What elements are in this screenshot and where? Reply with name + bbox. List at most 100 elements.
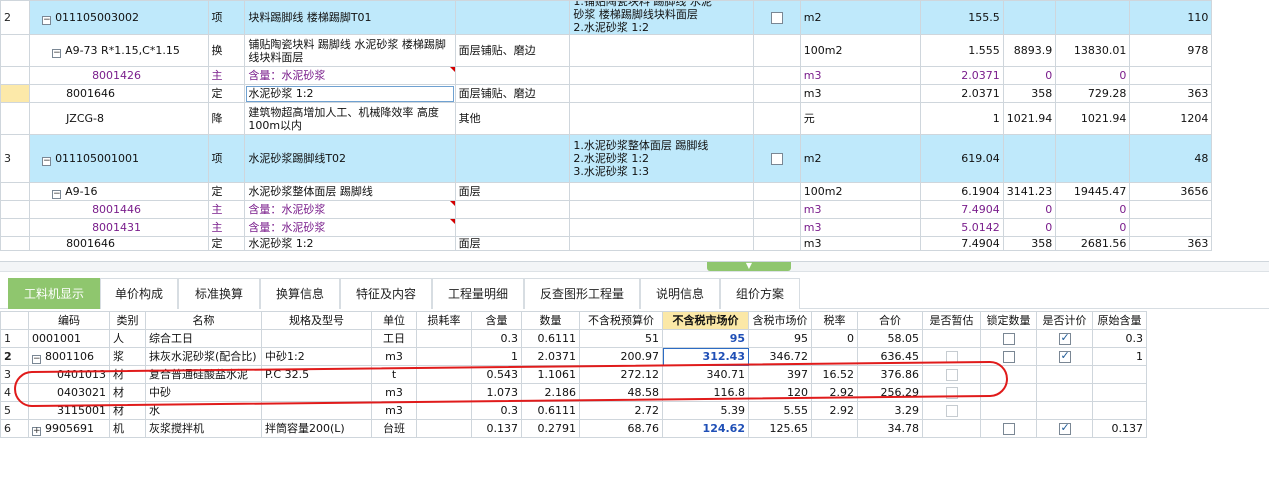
expand-icon[interactable]: + bbox=[32, 426, 41, 436]
item-description[interactable]: 1.水泥砂浆整体面层 踢脚线 2.水泥砂浆 1:2 3.水泥砂浆 1:3 bbox=[569, 134, 755, 183]
item-code-cell[interactable]: 8001446 bbox=[29, 200, 209, 219]
resource-market-price[interactable]: 124.62 bbox=[662, 419, 749, 438]
header-loss-rate[interactable]: 损耗率 bbox=[416, 311, 472, 330]
resource-quantity[interactable]: 0.6111 bbox=[521, 329, 580, 348]
resource-content[interactable]: 0.137 bbox=[471, 419, 522, 438]
item-work-content[interactable] bbox=[454, 200, 571, 219]
lock-qty-checkbox-cell[interactable] bbox=[980, 365, 1037, 384]
row-number[interactable] bbox=[0, 200, 31, 219]
item-work-content[interactable] bbox=[454, 66, 571, 85]
resource-quantity[interactable]: 1.1061 bbox=[521, 365, 580, 384]
priced-checkbox-cell[interactable] bbox=[1036, 419, 1093, 438]
collapse-icon[interactable]: − bbox=[32, 354, 41, 364]
row-checkbox[interactable] bbox=[771, 153, 784, 165]
checkbox-cell[interactable] bbox=[753, 200, 801, 219]
item-name[interactable]: 含量：水泥砂浆 bbox=[244, 218, 456, 237]
resource-tax-market-price[interactable]: 397 bbox=[748, 365, 812, 384]
checkbox-cell[interactable] bbox=[753, 102, 801, 135]
row-number[interactable]: 3 bbox=[0, 134, 31, 183]
resource-quantity[interactable]: 2.186 bbox=[521, 383, 580, 402]
item-name[interactable]: 水泥砂浆 1:2 bbox=[244, 236, 456, 251]
item-description[interactable] bbox=[569, 102, 755, 135]
tab-standard-conversion[interactable]: 标准换算 bbox=[178, 278, 260, 309]
row-number[interactable] bbox=[0, 218, 31, 237]
resource-content[interactable]: 0.3 bbox=[471, 401, 522, 420]
resource-tax-market-price[interactable]: 125.65 bbox=[748, 419, 812, 438]
priced-checkbox-cell[interactable] bbox=[1036, 365, 1093, 384]
resource-tax-rate[interactable] bbox=[811, 419, 858, 438]
item-code-cell[interactable]: 8001431 bbox=[29, 218, 209, 237]
item-quantity[interactable]: 155.5 bbox=[920, 0, 1004, 35]
tab-features-content[interactable]: 特征及内容 bbox=[340, 278, 432, 309]
resource-row[interactable]: 2−8001106 浆抹灰水泥砂浆(配合比) 中砂1:2 m3 1 2.0371 200.9… bbox=[0, 347, 1147, 366]
resource-code-cell[interactable]: 0401013 bbox=[28, 365, 110, 384]
bill-item-row[interactable]: 2−011105003002 项块料踢脚线 楼梯踢脚T01 1.铺贴陶瓷块料 踢脚线… bbox=[0, 0, 1269, 35]
row-checkbox[interactable] bbox=[771, 12, 784, 24]
resource-content[interactable]: 0.3 bbox=[471, 329, 522, 348]
resource-grid[interactable]: 编码 类别 名称 规格及型号 单位 损耗率 含量 数量 不含税预算价 不含税市场… bbox=[0, 311, 1147, 438]
resource-quantity[interactable]: 0.2791 bbox=[521, 419, 580, 438]
priced-checkbox-cell[interactable] bbox=[1036, 347, 1093, 366]
item-work-content[interactable]: 其他 bbox=[454, 102, 571, 135]
provisional-checkbox-cell[interactable] bbox=[922, 401, 981, 420]
resource-name[interactable]: 灰浆搅拌机 bbox=[145, 419, 262, 438]
provisional-checkbox-cell[interactable] bbox=[922, 419, 981, 438]
row-number[interactable] bbox=[0, 66, 31, 85]
resource-name[interactable]: 复合普通硅酸盐水泥 bbox=[145, 365, 262, 384]
item-quantity[interactable]: 7.4904 bbox=[920, 236, 1004, 251]
item-code-cell[interactable]: − A9-73 R*1.15,C*1.15 bbox=[29, 34, 209, 67]
item-description[interactable] bbox=[569, 84, 755, 103]
item-name[interactable]: 建筑物超高增加人工、机械降效率 高度100m以内 bbox=[244, 102, 456, 135]
lock-qty-checkbox[interactable] bbox=[1002, 333, 1015, 345]
item-name[interactable]: 块料踢脚线 楼梯踢脚T01 bbox=[244, 0, 456, 35]
lock-qty-checkbox-cell[interactable] bbox=[980, 347, 1037, 366]
resource-tax-rate[interactable]: 2.92 bbox=[811, 383, 858, 402]
provisional-checkbox-cell[interactable] bbox=[922, 365, 981, 384]
resource-market-price[interactable]: 340.71 bbox=[662, 365, 749, 384]
resource-code-cell[interactable]: 0001001 bbox=[28, 329, 110, 348]
quota-row[interactable]: − A9-16 定水泥砂浆整体面层 踢脚线 面层 100m2 6.1904 3141.23 1… bbox=[0, 182, 1269, 201]
header-spec[interactable]: 规格及型号 bbox=[261, 311, 372, 330]
item-work-content[interactable] bbox=[454, 134, 571, 183]
resource-code-cell[interactable]: 3115001 bbox=[28, 401, 110, 420]
item-description[interactable]: 1.铺贴陶瓷块料 踢脚线 水泥 砂浆 楼梯踢脚线块料面层 2.水泥砂浆 1:2 bbox=[569, 0, 755, 35]
resource-market-price[interactable]: 312.43 bbox=[662, 347, 749, 366]
item-quantity[interactable]: 1.555 bbox=[920, 34, 1004, 67]
row-number[interactable]: 3 bbox=[0, 365, 29, 384]
tab-pricing-scheme[interactable]: 组价方案 bbox=[720, 278, 800, 309]
resource-row[interactable]: 5 3115001 材水 m3 0.3 0.6111 2.72 5.39 5.55 2.92 3.2… bbox=[0, 401, 1147, 420]
row-number[interactable]: 2 bbox=[0, 0, 31, 35]
row-number[interactable]: 1 bbox=[0, 329, 29, 348]
item-name[interactable]: 含量：水泥砂浆 bbox=[244, 200, 456, 219]
header-code[interactable]: 编码 bbox=[28, 311, 110, 330]
header-market-price[interactable]: 不含税市场价 bbox=[662, 311, 749, 330]
item-code-cell[interactable]: −011105001001 bbox=[29, 134, 209, 183]
resource-spec[interactable] bbox=[261, 383, 372, 402]
item-work-content[interactable] bbox=[454, 0, 571, 35]
provisional-checkbox[interactable] bbox=[945, 405, 958, 417]
row-number[interactable] bbox=[0, 182, 31, 201]
header-total[interactable]: 合价 bbox=[857, 311, 923, 330]
checkbox-cell[interactable] bbox=[753, 218, 801, 237]
lock-qty-checkbox-cell[interactable] bbox=[980, 419, 1037, 438]
resource-tax-market-price[interactable]: 5.55 bbox=[748, 401, 812, 420]
item-description[interactable] bbox=[569, 66, 755, 85]
provisional-checkbox-cell[interactable] bbox=[922, 347, 981, 366]
bill-item-row[interactable]: 3−011105001001 项水泥砂浆踢脚线T02 1.水泥砂浆整体面层 踢脚线 … bbox=[0, 134, 1269, 183]
item-work-content[interactable] bbox=[454, 218, 571, 237]
resource-tax-rate[interactable]: 0 bbox=[811, 329, 858, 348]
priced-checkbox-cell[interactable] bbox=[1036, 383, 1093, 402]
tab-labor-material-machine[interactable]: 工料机显示 bbox=[8, 278, 100, 309]
checkbox-cell[interactable] bbox=[753, 182, 801, 201]
resource-name[interactable]: 中砂 bbox=[145, 383, 262, 402]
header-quantity[interactable]: 数量 bbox=[521, 311, 580, 330]
item-code-cell[interactable]: JZCG-8 bbox=[29, 102, 209, 135]
resource-tax-market-price[interactable]: 346.72 bbox=[748, 347, 812, 366]
resource-content[interactable]: 1.073 bbox=[471, 383, 522, 402]
resource-tax-rate[interactable]: 16.52 bbox=[811, 365, 858, 384]
lock-qty-checkbox[interactable] bbox=[1002, 351, 1015, 363]
item-description[interactable] bbox=[569, 218, 755, 237]
resource-loss-rate[interactable] bbox=[416, 401, 472, 420]
resource-row[interactable]: 3 0401013 材复合普通硅酸盐水泥 P.C 32.5 t 0.543 1.1061 27… bbox=[0, 365, 1147, 384]
priced-checkbox-cell[interactable] bbox=[1036, 401, 1093, 420]
